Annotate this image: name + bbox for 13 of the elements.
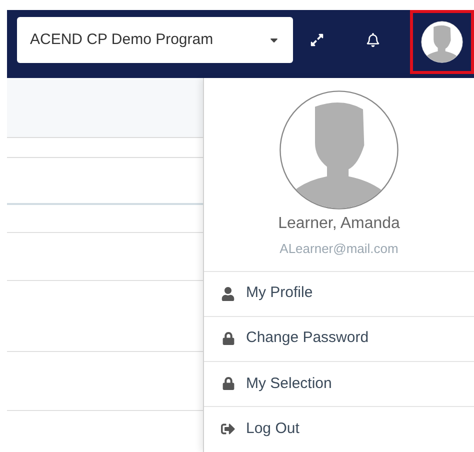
lock-icon <box>222 332 234 346</box>
user-name: Learner, Amanda <box>278 214 400 234</box>
lock-icon <box>222 377 234 390</box>
user-email: ALearner@mail.com <box>280 240 398 258</box>
sign-out-icon <box>221 422 235 436</box>
person-icon <box>221 286 235 301</box>
menu-item[interactable]: Log Out <box>204 406 474 452</box>
program-select[interactable]: ACEND CP Demo Program <box>17 17 293 63</box>
avatar-button[interactable] <box>421 21 463 63</box>
program-name: ACEND CP Demo Program <box>30 30 214 50</box>
menu-item[interactable]: Change Password <box>204 316 474 362</box>
menu-item[interactable]: My Profile <box>204 272 474 317</box>
menu-item[interactable]: My Selection <box>204 362 474 407</box>
